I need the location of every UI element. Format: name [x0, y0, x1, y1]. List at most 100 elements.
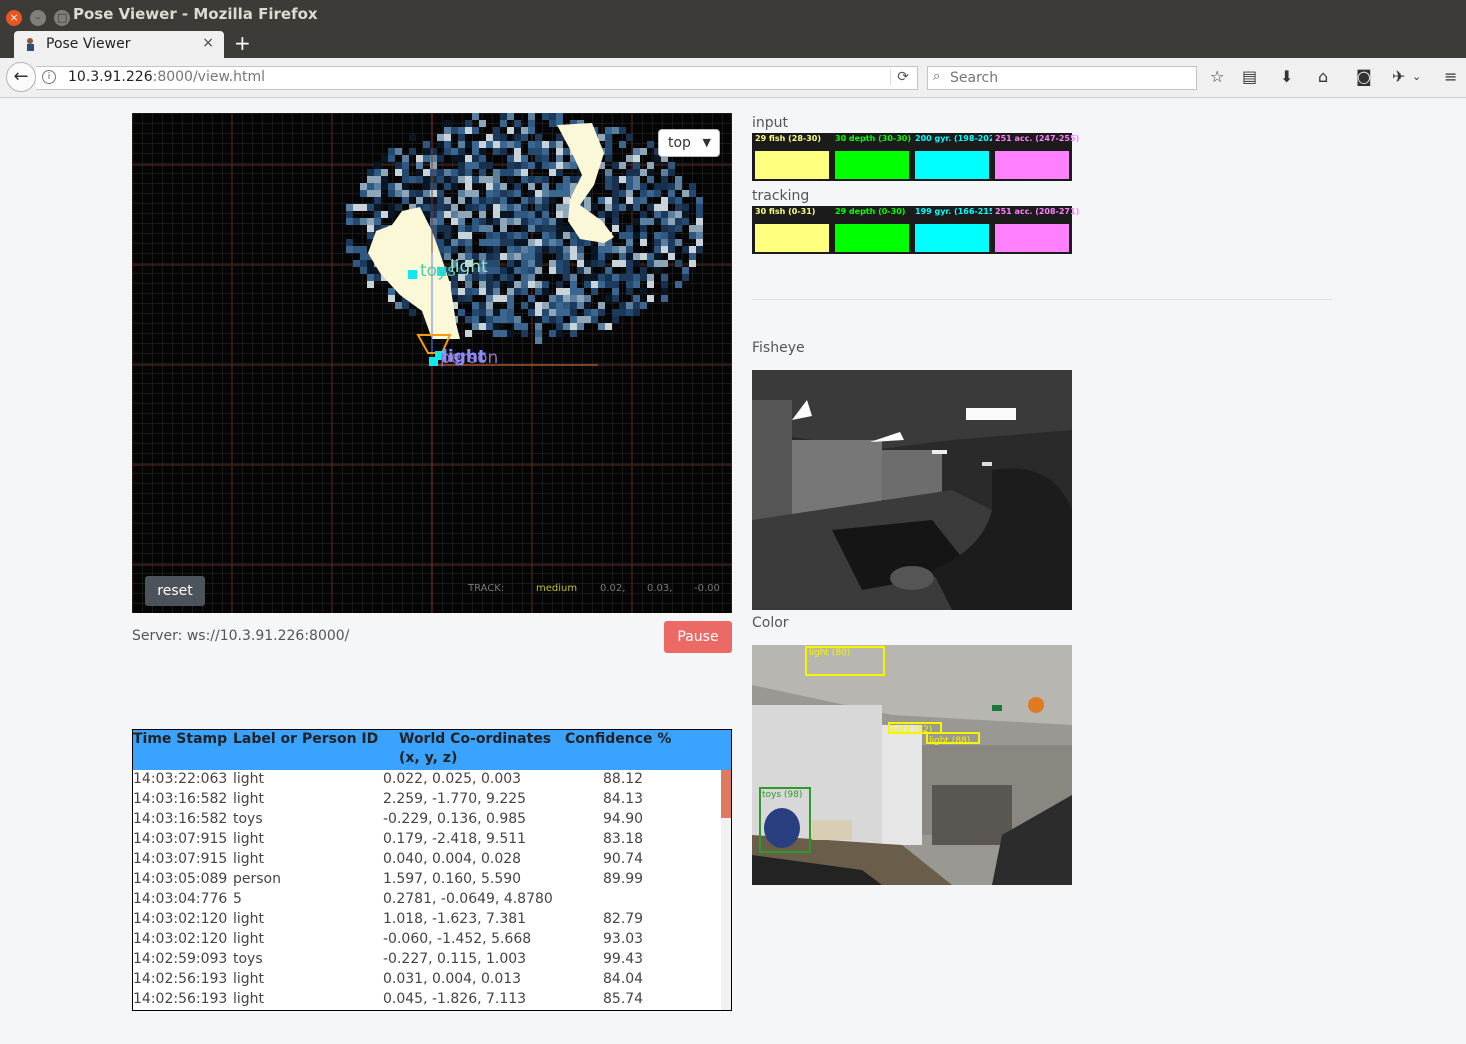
cell-confidence: 84.13 — [603, 791, 644, 807]
cell-timestamp: 14:02:56:193 — [133, 971, 228, 987]
search-input[interactable] — [950, 69, 1190, 87]
stream-status-cell: 30 depth (30-30) — [832, 133, 912, 181]
stream-status-text: 30 fish (0-31) — [755, 207, 816, 216]
cell-confidence: 89.99 — [603, 871, 644, 887]
detection-label: toys (98) — [762, 790, 802, 800]
col-header-timestamp[interactable]: Time Stamp — [133, 731, 227, 747]
tab-close-icon[interactable]: × — [202, 35, 214, 51]
cell-timestamp: 14:03:22:063 — [133, 771, 228, 787]
cell-timestamp: 14:03:02:120 — [133, 911, 228, 927]
window-close-button[interactable]: × — [6, 10, 22, 26]
table-scrollbar-thumb[interactable] — [721, 770, 731, 818]
url-text[interactable]: 10.3.91.226:8000/view.html — [68, 69, 265, 85]
col-header-label[interactable]: Label or Person ID — [233, 731, 378, 747]
table-row: 14:03:07:915 light 0.179, -2.418, 9.511 83.… — [133, 830, 721, 850]
stream-status-text: 251 acc. (247-255) — [995, 134, 1080, 143]
stream-status-bar — [835, 224, 909, 252]
pocket-icon[interactable]: ◙ — [1356, 67, 1372, 86]
col-header-confidence[interactable]: Confidence % — [565, 731, 671, 747]
cell-coordinates: 0.045, -1.826, 7.113 — [383, 991, 527, 1007]
stream-status-cell: 199 gyr. (166-215) — [912, 206, 998, 254]
map-view[interactable]: toys light person light top ▼ reset TRAC… — [132, 113, 732, 613]
stream-status-text: 29 depth (0-30) — [835, 207, 906, 216]
cell-label: light — [233, 911, 265, 927]
table-row: 14:03:22:063 light 0.022, 0.025, 0.003 88.1… — [133, 770, 721, 790]
chevron-down-icon: ▼ — [702, 136, 711, 149]
fisheye-label: Fisheye — [752, 340, 805, 356]
table-row: 14:03:04:776 5 0.2781, -0.0649, 4.8780 — [133, 890, 721, 910]
input-label: input — [752, 115, 789, 131]
map-label-light: light — [450, 257, 488, 277]
cell-confidence: 99.43 — [603, 951, 644, 967]
track-quality: medium — [536, 583, 578, 594]
cell-coordinates: 2.259, -1.770, 9.225 — [383, 791, 527, 807]
tab-pose-viewer[interactable]: Pose Viewer × — [14, 31, 224, 58]
cell-label: light — [233, 971, 265, 987]
info-icon[interactable]: i — [42, 70, 56, 84]
back-button[interactable]: ← — [6, 62, 36, 92]
window-maximize-button[interactable]: □ — [54, 10, 71, 26]
cell-label: toys — [233, 951, 263, 967]
pause-button[interactable]: Pause — [664, 621, 732, 653]
chevron-down-icon[interactable]: ⌄ — [1412, 70, 1421, 83]
cell-coordinates: 0.040, 0.004, 0.028 — [383, 851, 522, 867]
cell-confidence: 82.79 — [603, 911, 644, 927]
cell-label: light — [233, 831, 265, 847]
track-x: 0.02, — [600, 583, 626, 594]
stream-status-text: 29 fish (28-30) — [755, 134, 821, 143]
table-header: Time Stamp Label or Person ID World Co-o… — [133, 730, 731, 770]
detection-label: light (88) — [929, 736, 970, 746]
reload-icon[interactable]: ⟳ — [890, 69, 909, 85]
cell-timestamp: 14:02:56:193 — [133, 991, 228, 1007]
url-bar[interactable]: i 10.3.91.226:8000/view.html ⟳ — [36, 66, 918, 90]
reset-button[interactable]: reset — [145, 576, 205, 606]
tab-label: Pose Viewer — [46, 36, 131, 52]
view-mode-select[interactable]: top ▼ — [658, 129, 720, 157]
section-divider — [752, 299, 1332, 300]
new-tab-button[interactable]: + — [234, 31, 251, 55]
reading-list-icon[interactable]: ▤ — [1242, 67, 1257, 86]
stream-status-cell: 30 fish (0-31) — [752, 206, 832, 254]
stream-status-bar — [995, 224, 1069, 252]
track-label: TRACK: — [468, 583, 505, 594]
extension-icon[interactable]: ✈ — [1392, 67, 1405, 86]
tracking-stream-status: 30 fish (0-31) 29 depth (0-30) 199 gyr. (1… — [752, 206, 1079, 254]
table-body: 14:03:22:063 light 0.022, 0.025, 0.003 88.1… — [133, 770, 721, 1010]
cell-timestamp: 14:03:16:582 — [133, 791, 228, 807]
stream-status-cell: 29 fish (28-30) — [752, 133, 832, 181]
url-path: :8000/view.html — [152, 69, 265, 85]
input-stream-status: 29 fish (28-30) 30 depth (30-30) 200 gyr. … — [752, 133, 1079, 181]
cell-coordinates: 1.597, 0.160, 5.590 — [383, 871, 522, 887]
color-label: Color — [752, 615, 789, 631]
bookmark-star-icon[interactable]: ☆ — [1210, 67, 1224, 86]
object-marker — [408, 270, 417, 279]
stream-status-cell: 251 acc. (247-255) — [992, 133, 1079, 181]
table-row: 14:03:02:120 light 1.018, -1.623, 7.381 82.… — [133, 910, 721, 930]
stream-status-bar — [755, 151, 829, 179]
cell-timestamp: 14:03:07:915 — [133, 831, 228, 847]
tab-bar: Pose Viewer × + — [0, 28, 1466, 58]
cell-label: light — [233, 931, 265, 947]
cell-label: light — [233, 991, 265, 1007]
menu-icon[interactable]: ≡ — [1444, 67, 1457, 86]
table-row: 14:02:59:093 toys -0.227, 0.115, 1.003 99.4… — [133, 950, 721, 970]
cell-label: light — [233, 851, 265, 867]
tracking-label: tracking — [752, 188, 810, 204]
map-label-light-2: light — [442, 347, 486, 367]
detection-label: light (80) — [809, 648, 850, 658]
cell-label: light — [233, 771, 265, 787]
stream-status-bar — [915, 151, 989, 179]
map-canvas[interactable]: toys light person light — [132, 113, 732, 613]
download-icon[interactable]: ⬇ — [1280, 67, 1293, 86]
server-address: Server: ws://10.3.91.226:8000/ — [132, 628, 350, 644]
col-header-coordinates-sub: (x, y, z) — [399, 750, 458, 766]
home-icon[interactable]: ⌂ — [1318, 67, 1328, 86]
view-mode-value: top — [668, 135, 691, 151]
cell-confidence: 83.18 — [603, 831, 644, 847]
col-header-coordinates[interactable]: World Co-ordinates — [399, 731, 551, 747]
search-bar[interactable]: ⌕ — [927, 66, 1197, 90]
cell-confidence: 90.74 — [603, 851, 644, 867]
table-row: 14:03:16:582 light 2.259, -1.770, 9.225 84.… — [133, 790, 721, 810]
window-minimize-button[interactable]: – — [30, 10, 47, 26]
table-scrollbar[interactable] — [721, 770, 731, 1010]
